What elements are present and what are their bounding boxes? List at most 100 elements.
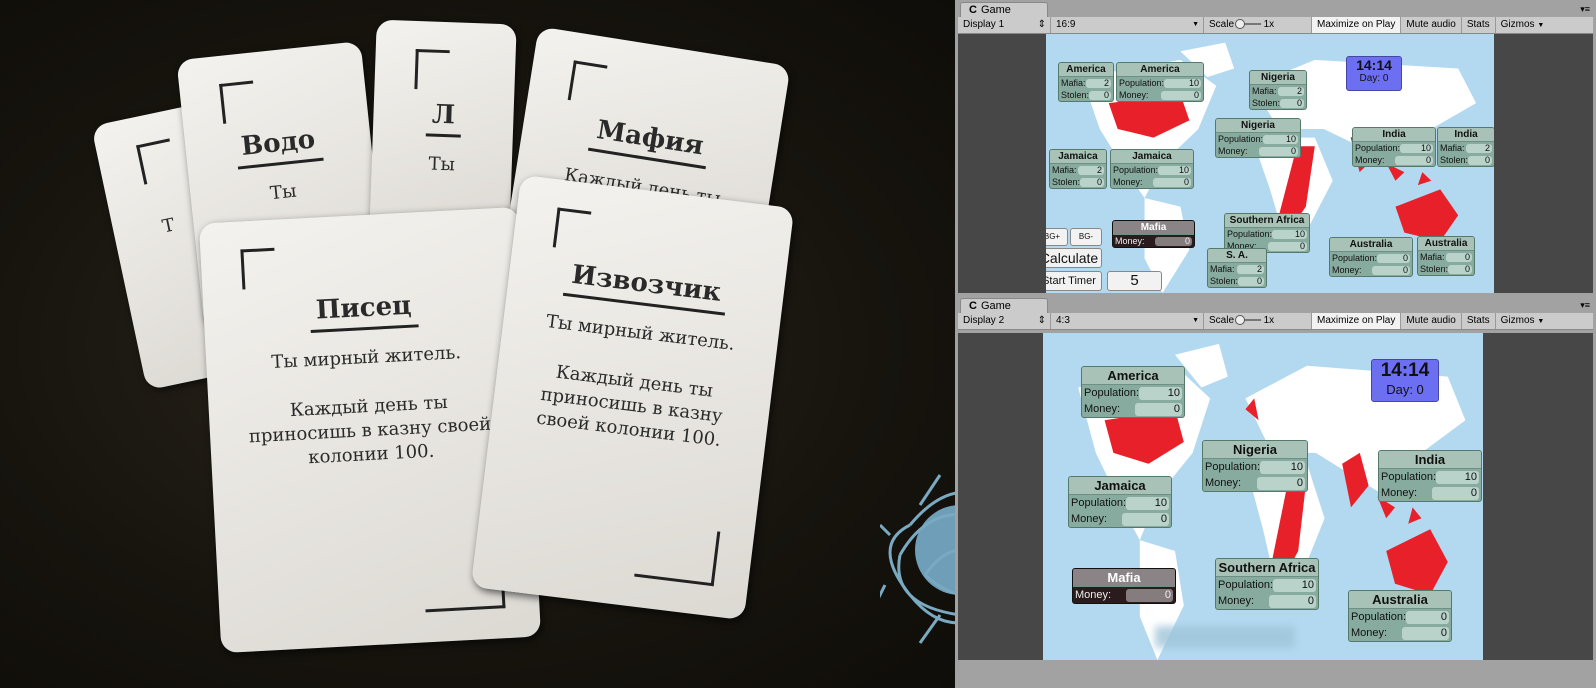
field-value[interactable]: 0	[1448, 264, 1472, 274]
calculate-button[interactable]: Calculate	[1046, 248, 1102, 268]
stats-toggle[interactable]: Stats	[1462, 17, 1496, 33]
field-value[interactable]: 0	[1268, 241, 1307, 251]
field-value[interactable]: 2	[1077, 165, 1104, 175]
game-toolbar: Display 1 ⇕ 16:9 ▼ Scale 1x Maximize on Pl…	[958, 17, 1593, 34]
field-value[interactable]: 0	[1126, 588, 1173, 602]
panel-title: Jamaica	[1069, 477, 1171, 495]
field-value[interactable]: 10	[1164, 78, 1201, 88]
field-value[interactable]: 0	[1402, 626, 1449, 640]
field-value[interactable]: 0	[1372, 265, 1410, 275]
field-value[interactable]: 10	[1263, 134, 1298, 144]
window-menu-icon[interactable]: ▾≡	[1580, 4, 1590, 15]
field-value[interactable]: 10	[1260, 460, 1305, 474]
field-value[interactable]: 0	[1445, 252, 1472, 262]
field-value[interactable]: 0	[1377, 253, 1410, 263]
field-value[interactable]: 0	[1153, 177, 1191, 187]
field-value[interactable]: 10	[1139, 386, 1182, 400]
field-value[interactable]: 0	[1406, 610, 1449, 624]
field-value[interactable]: 0	[1280, 98, 1304, 108]
bg-minus-button[interactable]: BG-	[1070, 228, 1102, 246]
card-title: Водо	[233, 123, 324, 170]
field-value[interactable]: 10	[1400, 143, 1433, 153]
field-value[interactable]: 10	[1436, 470, 1479, 484]
panel-row: Stolen: 0	[1050, 176, 1106, 188]
country-panel: Nigeria Population: 10 Money: 0	[1202, 440, 1308, 492]
scale-value: 1x	[1263, 19, 1275, 30]
field-value[interactable]: 0	[1089, 90, 1111, 100]
field-value[interactable]: 10	[1273, 578, 1316, 592]
field-label: Stolen:	[1052, 177, 1081, 187]
card-corner-mark	[240, 247, 277, 290]
field-value[interactable]: 0	[1257, 476, 1305, 490]
unity-game-icon: C	[969, 300, 977, 312]
field-label: Money:	[1351, 627, 1388, 639]
panel-row: Mafia: 2	[1208, 263, 1266, 275]
field-value[interactable]: 0	[1080, 177, 1104, 187]
field-value[interactable]: 2	[1465, 143, 1492, 153]
timer-input-field[interactable]: 5	[1107, 271, 1162, 291]
slider-track[interactable]	[1234, 315, 1261, 326]
field-value[interactable]: 10	[1272, 229, 1307, 239]
field-value[interactable]: 0	[1259, 146, 1298, 156]
maximize-on-play-toggle[interactable]: Maximize on Play	[1312, 313, 1402, 329]
country-panel: S. A. Mafia: 2 Stolen: 0	[1207, 248, 1267, 288]
mute-audio-toggle[interactable]: Mute audio	[1401, 313, 1462, 329]
country-panel: America Population: 10 Money: 0	[1081, 366, 1185, 418]
gizmos-dropdown[interactable]: Gizmos ▼	[1496, 17, 1550, 33]
timer-day: Day: 0	[1386, 382, 1424, 397]
panel-title: India	[1379, 451, 1481, 469]
field-label: Money:	[1355, 155, 1385, 165]
aspect-value: 16:9	[1056, 19, 1076, 30]
field-value[interactable]: 0	[1432, 486, 1479, 500]
field-label: Money:	[1218, 595, 1255, 607]
display-dropdown[interactable]: Display 1 ⇕	[958, 17, 1051, 33]
field-value[interactable]: 0	[1395, 155, 1433, 165]
slider-track[interactable]	[1234, 19, 1261, 30]
panel-row: Stolen: 0	[1250, 97, 1306, 109]
panel-row: Population: 0	[1349, 609, 1451, 625]
scale-slider[interactable]: Scale 1x	[1204, 313, 1312, 329]
field-value[interactable]: 0	[1154, 236, 1192, 246]
field-value[interactable]: 10	[1158, 165, 1191, 175]
field-value[interactable]: 0	[1161, 90, 1201, 100]
field-value[interactable]: 0	[1122, 512, 1169, 526]
field-value[interactable]: 2	[1277, 86, 1304, 96]
field-value[interactable]: 0	[1238, 276, 1264, 286]
bg-plus-button[interactable]: BG+	[1046, 228, 1068, 246]
field-label: Population:	[1218, 134, 1264, 144]
mute-audio-toggle[interactable]: Mute audio	[1401, 17, 1462, 33]
display-dropdown[interactable]: Display 2 ⇕	[958, 313, 1051, 329]
slider-thumb[interactable]	[1234, 315, 1245, 326]
aspect-dropdown[interactable]: 16:9 ▼	[1051, 17, 1204, 33]
panel-title: Southern Africa	[1225, 214, 1309, 228]
start-timer-button[interactable]: Start Timer	[1046, 271, 1102, 291]
country-panel: Southern Africa Population: 10 Money: 0	[1224, 213, 1310, 253]
tab-game[interactable]: C Game	[960, 2, 1048, 17]
tab-bar: C Game ▾≡	[955, 296, 1596, 313]
field-value[interactable]: 2	[1085, 78, 1111, 88]
panel-row: Mafia: 2	[1438, 142, 1494, 154]
stats-toggle[interactable]: Stats	[1462, 313, 1496, 329]
field-value[interactable]: 2	[1237, 264, 1264, 274]
aspect-value: 4:3	[1056, 315, 1070, 326]
card-corner-mark	[136, 138, 178, 185]
window-menu-icon[interactable]: ▾≡	[1580, 300, 1590, 311]
maximize-on-play-toggle[interactable]: Maximize on Play	[1312, 17, 1402, 33]
timer-time: 14:14	[1380, 360, 1430, 381]
scale-value: 1x	[1263, 315, 1275, 326]
field-value[interactable]: 0	[1135, 402, 1182, 416]
panel-title: India	[1438, 128, 1494, 142]
field-value[interactable]: 0	[1269, 594, 1316, 608]
panel-row: Money: 0	[1082, 401, 1184, 417]
field-value[interactable]: 10	[1126, 496, 1169, 510]
field-value[interactable]: 0	[1468, 155, 1492, 165]
scale-slider[interactable]: Scale 1x	[1204, 17, 1312, 33]
card-title: Л	[425, 99, 462, 138]
slider-thumb[interactable]	[1234, 19, 1245, 30]
country-panel: Jamaica Mafia: 2 Stolen: 0	[1049, 149, 1107, 189]
gizmos-dropdown[interactable]: Gizmos ▼	[1496, 313, 1550, 329]
panel-row: Population: 10	[1353, 142, 1435, 154]
tab-game[interactable]: C Game	[960, 298, 1048, 313]
aspect-dropdown[interactable]: 4:3 ▼	[1051, 313, 1204, 329]
field-label: Money:	[1113, 177, 1143, 187]
